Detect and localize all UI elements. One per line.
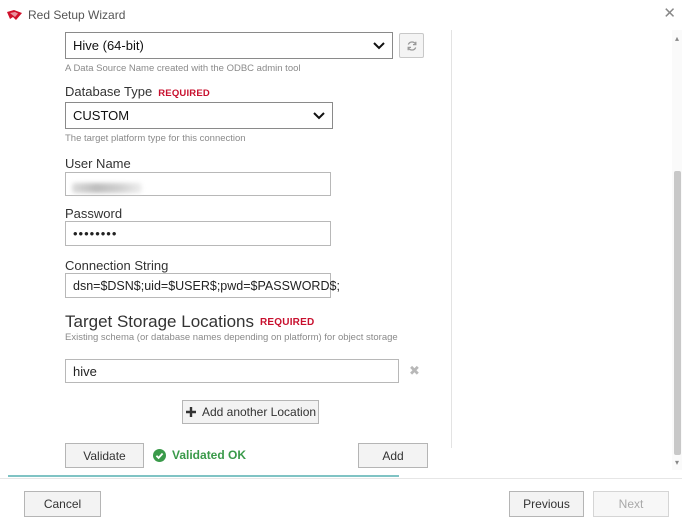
connection-string-label: Connection String	[65, 258, 169, 273]
vertical-scrollbar[interactable]: ▴ ▾	[672, 30, 682, 470]
required-badge: REQUIRED	[158, 88, 210, 99]
refresh-icon	[407, 40, 416, 51]
storage-location-input[interactable]: hive	[65, 359, 399, 383]
scroll-down-icon[interactable]: ▾	[672, 458, 682, 468]
scroll-up-icon[interactable]: ▴	[672, 34, 682, 44]
chevron-down-icon	[313, 111, 325, 119]
next-button[interactable]: Next	[593, 491, 669, 517]
target-storage-hint: Existing schema (or database names depen…	[65, 332, 398, 343]
dsn-select[interactable]: Hive (64-bit)	[65, 32, 393, 59]
user-name-label: User Name	[65, 156, 131, 171]
title-bar: Red Setup Wizard ✕	[0, 0, 682, 30]
add-location-label: Add another Location	[201, 405, 317, 419]
password-input[interactable]: ••••••••	[65, 221, 331, 246]
window-title: Red Setup Wizard	[28, 8, 126, 22]
add-button[interactable]: Add	[358, 443, 428, 468]
validation-status-text: Validated OK	[172, 448, 247, 462]
footer-separator	[0, 478, 682, 479]
dsn-select-value: Hive (64-bit)	[73, 38, 144, 53]
wizard-content: Hive (64-bit) A Data Source Name created…	[0, 30, 682, 470]
database-type-label: Database Type REQUIRED	[65, 84, 210, 99]
dsn-hint: A Data Source Name created with the ODBC…	[65, 63, 301, 74]
validation-status: Validated OK	[153, 448, 246, 462]
target-storage-title-text: Target Storage Locations	[65, 312, 255, 331]
database-type-label-text: Database Type	[65, 84, 153, 99]
redacted-username	[72, 183, 142, 193]
validate-button[interactable]: Validate	[65, 443, 144, 468]
red-logo-icon	[7, 10, 22, 20]
target-storage-title: Target Storage Locations REQUIRED	[65, 312, 314, 332]
check-circle-icon	[153, 448, 166, 462]
remove-location-icon[interactable]: ✖	[409, 363, 420, 379]
chevron-down-icon	[373, 41, 385, 49]
password-label: Password	[65, 206, 123, 221]
refresh-dsn-button[interactable]	[399, 33, 424, 58]
scrollbar-thumb[interactable]	[674, 171, 681, 455]
database-type-value: CUSTOM	[73, 108, 130, 123]
database-type-select[interactable]: CUSTOM	[65, 102, 333, 129]
required-badge: REQUIRED	[260, 317, 315, 328]
cancel-button[interactable]: Cancel	[24, 491, 101, 517]
panel-divider	[451, 30, 452, 448]
plus-icon	[185, 407, 196, 417]
close-icon[interactable]: ✕	[663, 6, 676, 22]
add-location-button[interactable]: Add another Location	[182, 400, 319, 424]
previous-button[interactable]: Previous	[509, 491, 584, 517]
database-type-hint: The target platform type for this connec…	[65, 133, 246, 144]
connection-string-input[interactable]: dsn=$DSN$;uid=$USER$;pwd=$PASSWORD$;	[65, 273, 340, 298]
progress-bar-fill	[8, 475, 399, 477]
